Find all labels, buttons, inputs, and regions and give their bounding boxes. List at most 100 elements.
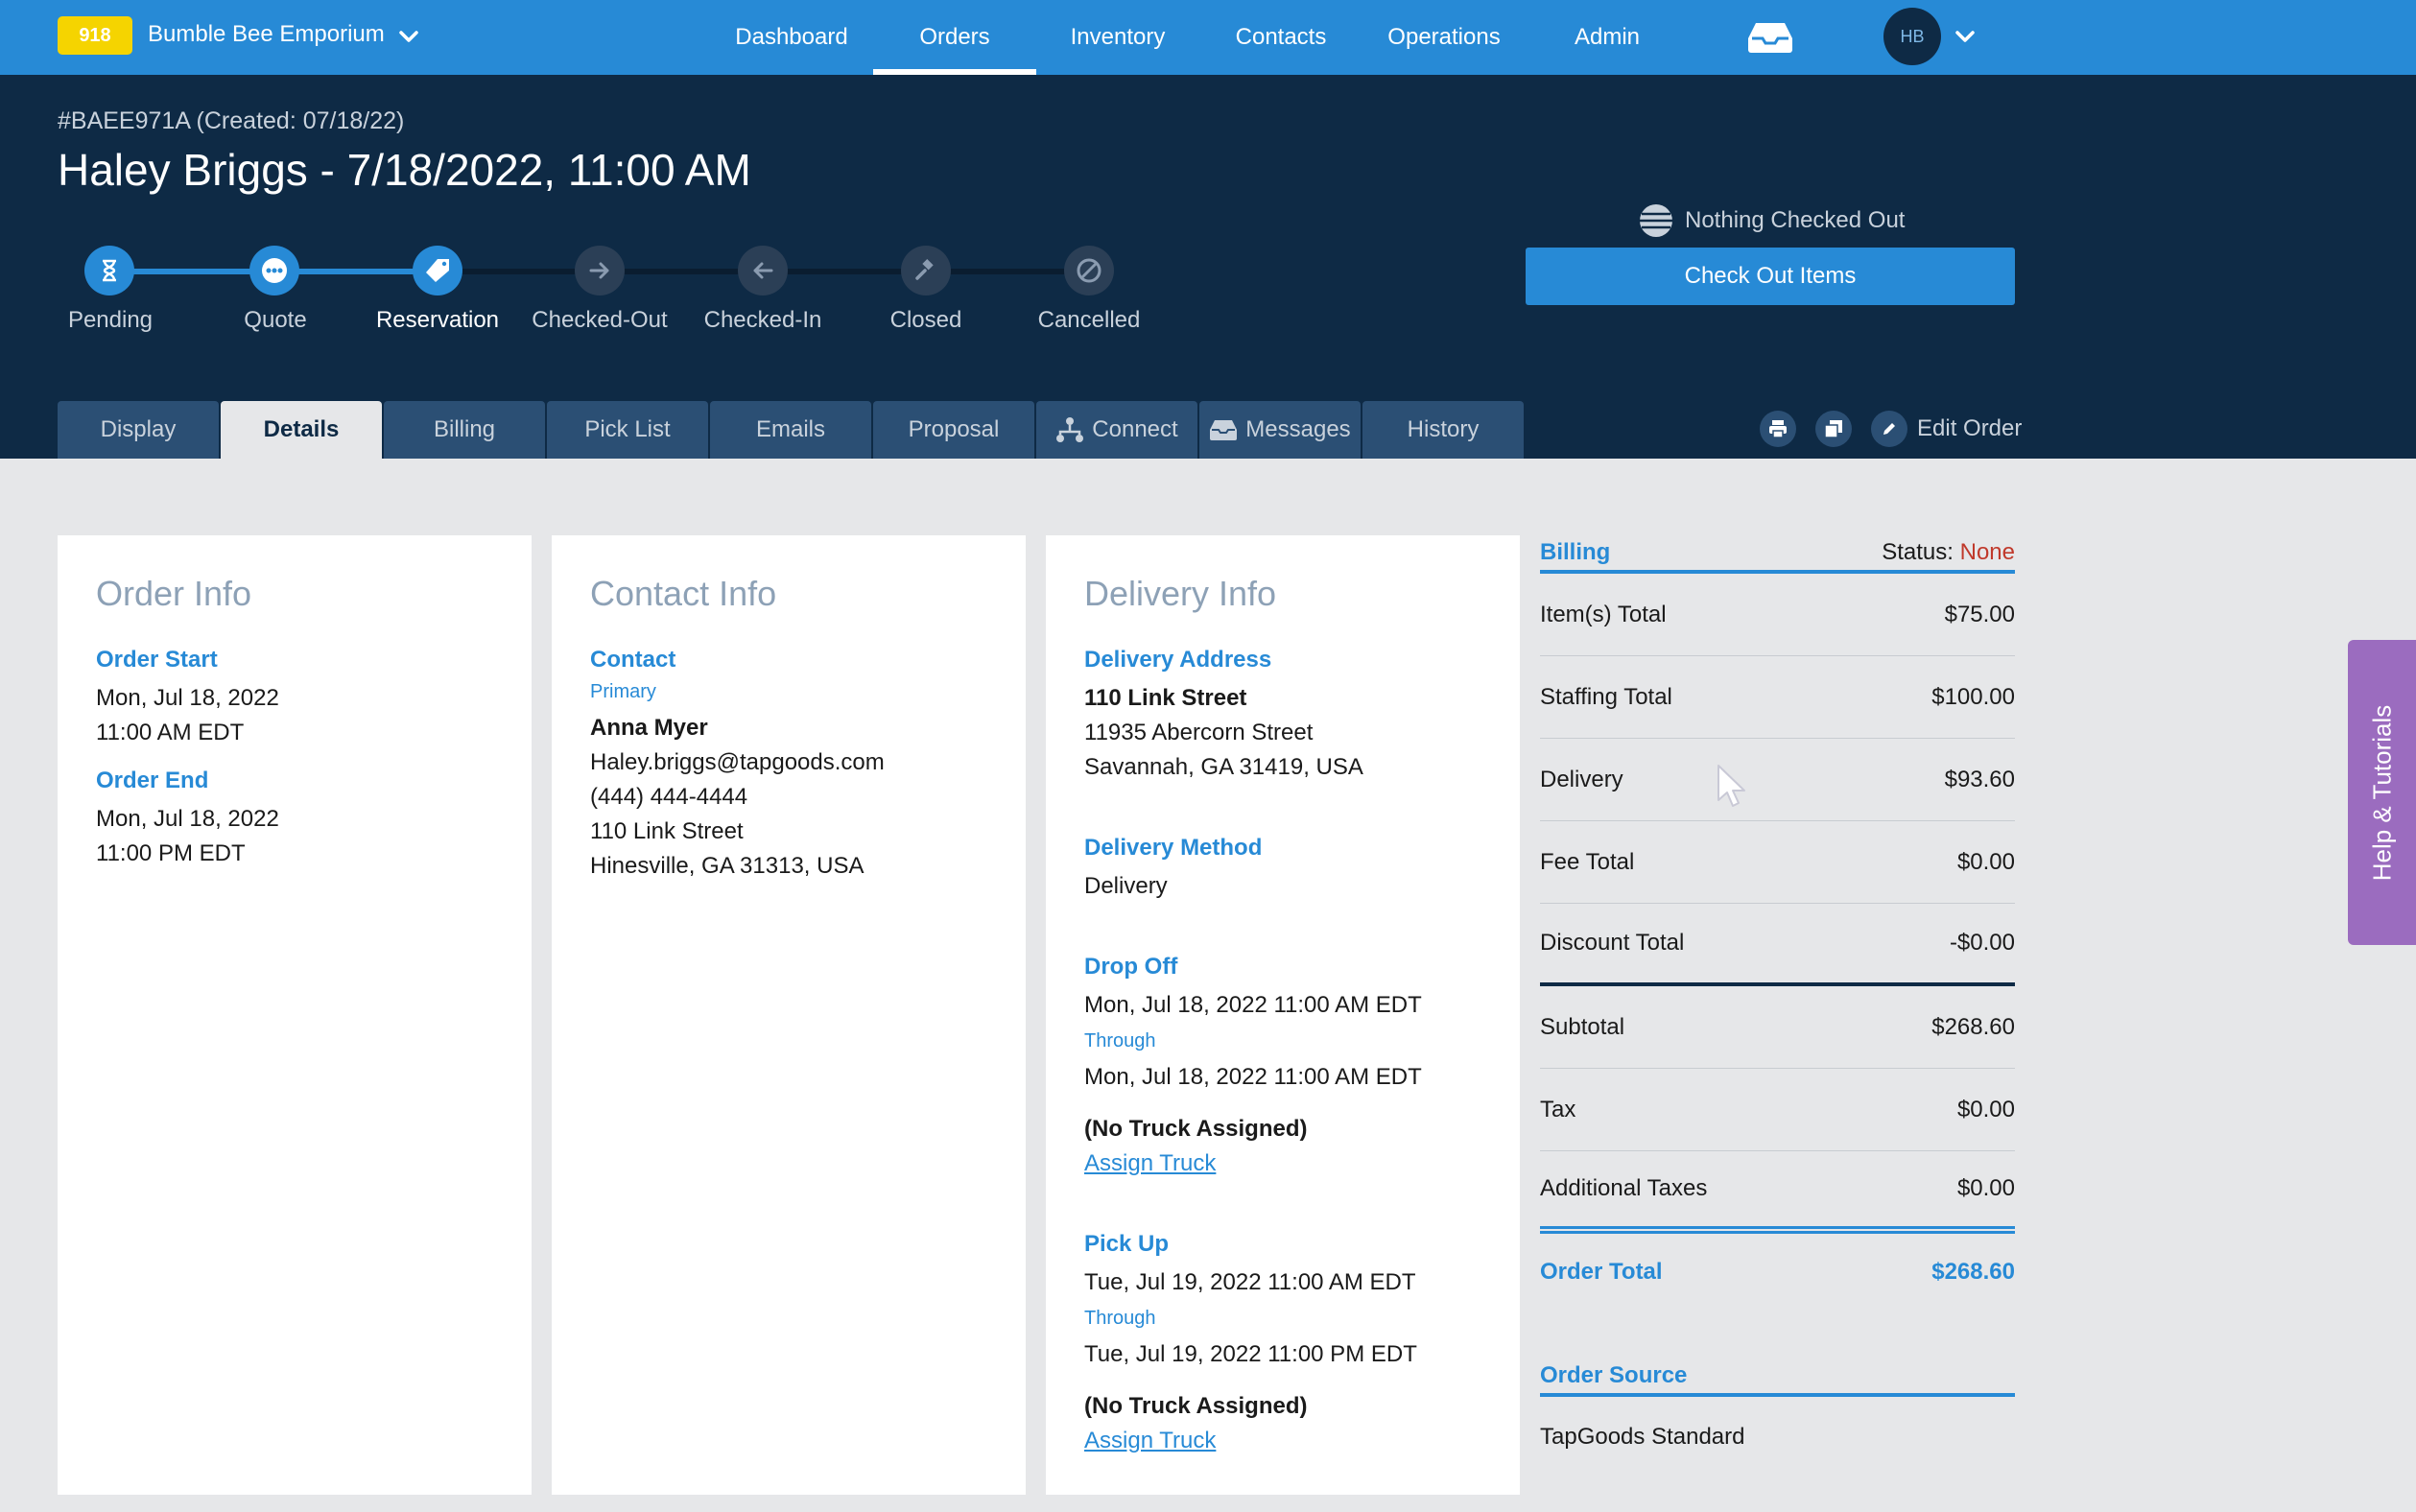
step-cancelled[interactable]	[1064, 246, 1114, 295]
hourglass-icon	[103, 259, 116, 282]
ellipsis-icon	[262, 258, 287, 283]
step-label-closed: Closed	[889, 307, 962, 333]
dropoff-assign-truck-link[interactable]: Assign Truck	[1084, 1146, 1481, 1181]
order-start-label: Order Start	[96, 647, 218, 673]
tab-details[interactable]: Details	[221, 401, 382, 459]
step-pending[interactable]	[84, 246, 134, 295]
step-reservation[interactable]	[413, 246, 462, 295]
delivery-method-label: Delivery Method	[1084, 835, 1263, 861]
step-quote[interactable]	[249, 246, 299, 295]
nav-contacts[interactable]: Contacts	[1204, 0, 1358, 75]
billing-row: Item(s) Total $75.00	[1540, 574, 2015, 656]
contact-name[interactable]: Anna Myer	[590, 711, 987, 745]
help-tutorials-label: Help & Tutorials	[2367, 704, 2396, 881]
nav-operations[interactable]: Operations	[1367, 0, 1521, 75]
pickup-label: Pick Up	[1084, 1231, 1170, 1257]
billing-status: Status: None	[1882, 539, 2015, 566]
network-icon	[1056, 417, 1084, 442]
order-end-date: Mon, Jul 18, 2022	[96, 806, 279, 832]
copy-icon	[1824, 420, 1842, 438]
billing-row-label: Staffing Total	[1540, 683, 1672, 710]
billing-row: Additional Taxes $0.00	[1540, 1151, 2015, 1234]
contact-role: Primary	[590, 681, 656, 702]
delivery-info-card: Delivery Info Delivery Address 110 Link …	[1046, 535, 1520, 1495]
billing-row-value: $75.00	[1944, 601, 2015, 627]
billing-row-value: $0.00	[1956, 848, 2015, 875]
step-label-cancelled: Cancelled	[1037, 307, 1141, 333]
avatar[interactable]: HB	[1883, 8, 1941, 65]
billing-row: Staffing Total $100.00	[1540, 656, 2015, 739]
pickup-through: Through	[1084, 1308, 1156, 1329]
edit-order-button[interactable]: Edit Order	[1871, 411, 2022, 447]
chevron-down-icon[interactable]	[397, 25, 420, 48]
order-info-card: Order Info Order Start Mon, Jul 18, 2022…	[58, 535, 532, 1495]
print-icon	[1769, 420, 1787, 438]
billing-row-label: Fee Total	[1540, 848, 1635, 875]
billing-row: Subtotal $268.60	[1540, 986, 2015, 1069]
order-total-label: Order Total	[1540, 1259, 1663, 1285]
delivery-address-label: Delivery Address	[1084, 647, 1272, 673]
nav-dashboard[interactable]: Dashboard	[705, 0, 878, 75]
billing-row-value: -$0.00	[1949, 930, 2015, 956]
step-checked-in[interactable]	[738, 246, 788, 295]
billing-row-label: Tax	[1540, 1096, 1576, 1122]
step-closed[interactable]	[901, 246, 951, 295]
step-label-checked-out: Checked-Out	[532, 307, 668, 333]
billing-summary: Billing Status: None Item(s) Total $75.00…	[1540, 535, 2015, 1451]
delivery-address-name: 110 Link Street	[1084, 685, 1247, 711]
tab-proposal[interactable]: Proposal	[873, 401, 1034, 459]
inbox-icon	[1210, 420, 1238, 440]
billing-row: Fee Total $0.00	[1540, 821, 2015, 904]
dropoff-label: Drop Off	[1084, 954, 1178, 980]
billing-status-value: None	[1959, 539, 2015, 565]
checked-out-status-text: Nothing Checked Out	[1685, 207, 1906, 233]
billing-row: Discount Total -$0.00	[1540, 904, 2015, 986]
delivery-info-title: Delivery Info	[1084, 574, 1277, 613]
contact-info-card: Contact Info Contact Primary Anna Myer H…	[552, 535, 1026, 1495]
inbox-icon[interactable]	[1746, 21, 1794, 54]
print-button[interactable]	[1760, 411, 1796, 447]
billing-header: Billing Status: None	[1540, 535, 2015, 574]
order-total-row: Order Total $268.60	[1540, 1234, 2015, 1311]
tab-pick-list[interactable]: Pick List	[547, 401, 708, 459]
check-out-items-button[interactable]: Check Out Items	[1526, 248, 2015, 305]
pickup-start: Tue, Jul 19, 2022 11:00 AM EDT	[1084, 1269, 1416, 1295]
tab-billing[interactable]: Billing	[384, 401, 545, 459]
tab-display[interactable]: Display	[58, 401, 219, 459]
delivery-method: Delivery	[1084, 873, 1168, 899]
order-end-time: 11:00 PM EDT	[96, 840, 246, 866]
tab-connect[interactable]: Connect	[1036, 401, 1197, 459]
tab-emails[interactable]: Emails	[710, 401, 871, 459]
tab-messages[interactable]: Messages	[1199, 401, 1361, 459]
nav-orders[interactable]: Orders	[873, 0, 1036, 75]
order-total-value: $268.60	[1931, 1259, 2015, 1285]
gavel-icon	[915, 259, 934, 280]
step-checked-out[interactable]	[575, 246, 625, 295]
contact-label: Contact	[590, 647, 676, 673]
pickup-assign-truck-link[interactable]: Assign Truck	[1084, 1424, 1481, 1458]
order-start-time: 11:00 AM EDT	[96, 720, 245, 745]
arrow-left-icon	[753, 262, 773, 279]
tab-history[interactable]: History	[1362, 401, 1524, 459]
contact-info-title: Contact Info	[590, 574, 777, 613]
nav-admin[interactable]: Admin	[1535, 0, 1679, 75]
chevron-down-icon[interactable]	[1954, 25, 1977, 48]
contact-street: 110 Link Street	[590, 818, 744, 844]
help-tutorials-tab[interactable]: Help & Tutorials	[2348, 640, 2416, 945]
billing-row: Tax $0.00	[1540, 1069, 2015, 1151]
billing-row-value: $93.60	[1944, 766, 2015, 792]
dropoff-no-truck: (No Truck Assigned)	[1084, 1116, 1308, 1142]
order-end-label: Order End	[96, 768, 209, 793]
billing-row-label: Discount Total	[1540, 930, 1685, 956]
duplicate-button[interactable]	[1815, 411, 1852, 447]
tag-icon	[426, 259, 449, 282]
billing-status-label: Status:	[1882, 539, 1954, 565]
order-source-label: Order Source	[1540, 1358, 2015, 1397]
order-source-value: TapGoods Standard	[1540, 1424, 1745, 1450]
nav-inventory[interactable]: Inventory	[1036, 0, 1199, 75]
business-name[interactable]: Bumble Bee Emporium	[148, 21, 385, 48]
order-id: #BAEE971A (Created: 07/18/22)	[58, 107, 405, 134]
business-badge[interactable]: 918	[58, 16, 132, 55]
billing-title[interactable]: Billing	[1540, 539, 1610, 566]
billing-row-label: Subtotal	[1540, 1013, 1625, 1040]
